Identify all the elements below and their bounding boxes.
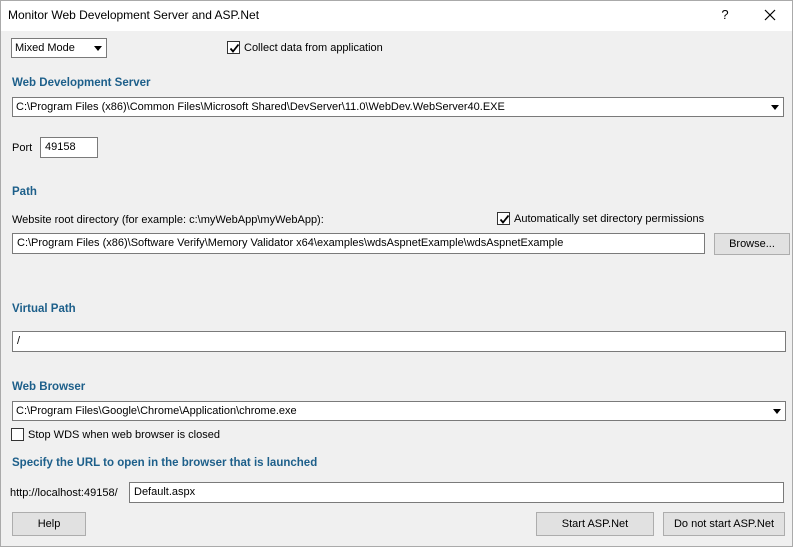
help-button-label: Help [37, 518, 61, 530]
auto-permissions-label: Automatically set directory permissions [514, 213, 705, 225]
virtual-path-field[interactable]: / [12, 331, 786, 352]
help-button[interactable]: Help [12, 512, 86, 536]
stop-wds-checkbox[interactable] [11, 428, 24, 441]
chevron-down-icon[interactable] [766, 98, 783, 116]
title-bar: Monitor Web Development Server and ASP.N… [1, 1, 792, 31]
browse-button-label: Browse... [729, 238, 775, 250]
chevron-down-icon[interactable] [89, 39, 106, 57]
browser-path-select[interactable]: C:\Program Files\Google\Chrome\Applicati… [12, 401, 786, 421]
url-page-field[interactable]: Default.aspx [129, 482, 784, 503]
mode-select-value: Mixed Mode [15, 42, 75, 54]
port-label: Port [12, 142, 33, 154]
root-directory-label: Website root directory (for example: c:\… [12, 214, 324, 226]
server-path-value: C:\Program Files (x86)\Common Files\Micr… [16, 101, 505, 113]
url-heading: Specify the URL to open in the browser t… [12, 457, 318, 469]
collect-data-checkbox[interactable] [227, 41, 240, 54]
start-aspnet-button-label: Start ASP.Net [561, 518, 629, 530]
do-not-start-aspnet-button[interactable]: Do not start ASP.Net [663, 512, 785, 536]
auto-permissions-checkbox[interactable] [497, 212, 510, 225]
do-not-start-aspnet-button-label: Do not start ASP.Net [673, 518, 775, 530]
web-browser-heading: Web Browser [12, 381, 86, 393]
close-icon[interactable] [753, 4, 787, 26]
start-aspnet-button[interactable]: Start ASP.Net [536, 512, 654, 536]
help-icon[interactable]: ? [713, 4, 737, 26]
mode-select[interactable]: Mixed Mode [11, 38, 107, 58]
server-path-select[interactable]: C:\Program Files (x86)\Common Files\Micr… [12, 97, 784, 117]
url-prefix: http://localhost:49158/ [10, 487, 118, 499]
collect-data-label: Collect data from application [244, 42, 383, 54]
virtual-path-heading: Virtual Path [12, 303, 76, 315]
path-heading: Path [12, 186, 37, 198]
dialog-window: Monitor Web Development Server and ASP.N… [0, 0, 793, 547]
window-title: Monitor Web Development Server and ASP.N… [8, 8, 260, 22]
root-directory-field[interactable]: C:\Program Files (x86)\Software Verify\M… [12, 233, 705, 254]
port-field[interactable]: 49158 [40, 137, 98, 158]
chevron-down-icon[interactable] [768, 402, 785, 420]
browser-path-value: C:\Program Files\Google\Chrome\Applicati… [16, 405, 297, 417]
wds-heading: Web Development Server [12, 77, 151, 89]
stop-wds-label: Stop WDS when web browser is closed [28, 429, 220, 441]
browse-button[interactable]: Browse... [714, 233, 790, 255]
